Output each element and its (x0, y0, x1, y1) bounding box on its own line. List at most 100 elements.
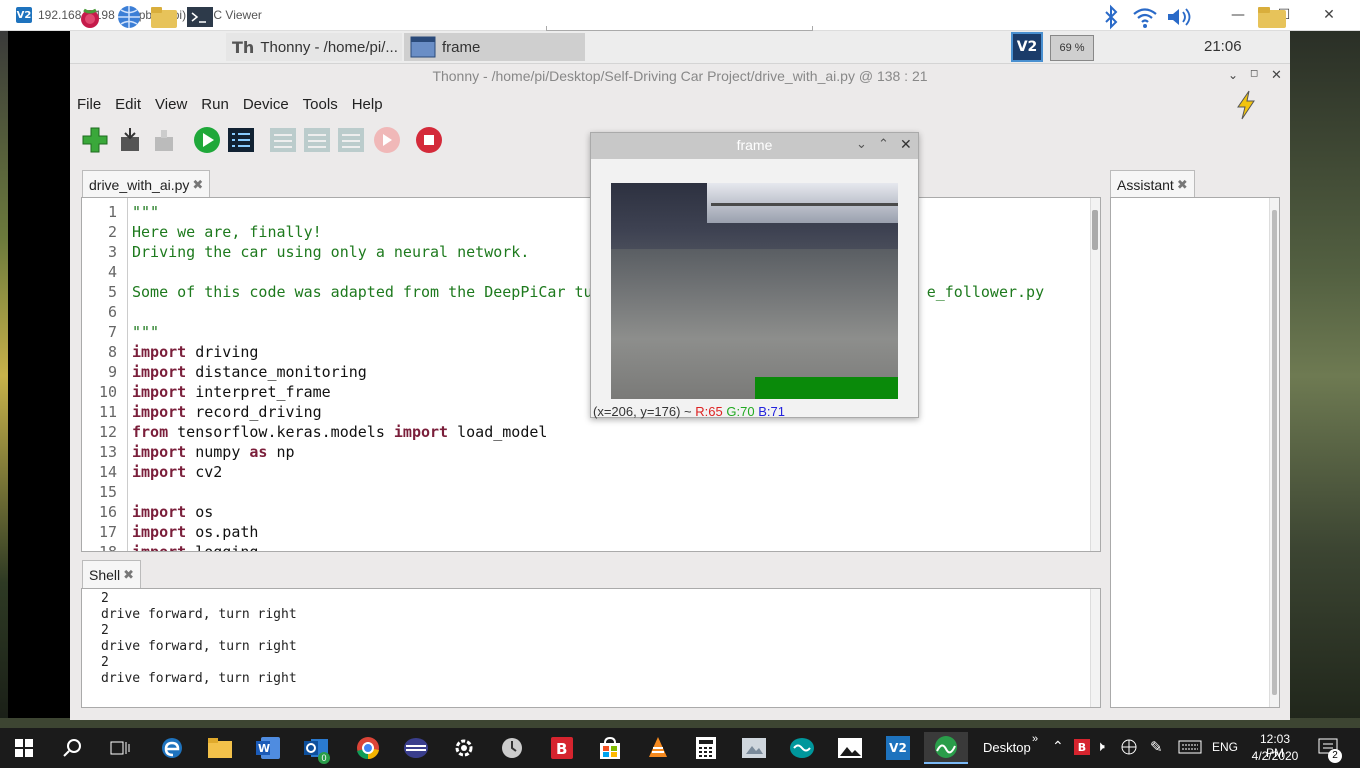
line-number: 8 (107, 343, 117, 361)
frame-close-icon[interactable]: ✕ (900, 136, 912, 153)
line-number: 12 (98, 423, 117, 441)
close-tab-icon[interactable]: ✖ (192, 177, 203, 193)
code-line: from tensorflow.keras.models import load… (132, 423, 548, 441)
language-indicator[interactable]: ENG (1212, 740, 1238, 754)
thonny-maximize-button[interactable]: ◻ (1250, 68, 1258, 79)
tray-b-icon[interactable]: B (1074, 739, 1090, 755)
shell-line: 2 (101, 623, 109, 638)
task-thonny[interactable]: Th Thonny - /home/pi/... (226, 33, 402, 61)
resume-button[interactable] (372, 124, 402, 156)
wifi-icon[interactable] (1131, 3, 1159, 31)
editor-scrollbar[interactable] (1090, 198, 1100, 551)
file-manager-icon[interactable] (150, 3, 178, 31)
arduino-icon[interactable] (786, 732, 818, 764)
shell-scrollbar[interactable] (1090, 589, 1100, 707)
code-line: import interpret_frame (132, 383, 331, 401)
start-icon[interactable] (8, 732, 40, 764)
app-globe-icon[interactable] (400, 732, 432, 764)
close-shell-icon[interactable]: ✖ (123, 567, 134, 583)
edge-icon[interactable] (156, 732, 188, 764)
task-frame[interactable]: frame (404, 33, 585, 61)
minimize-button[interactable]: — (1215, 2, 1261, 28)
window-frame (711, 203, 898, 206)
line-number: 17 (98, 523, 117, 541)
vnc-viewer-taskbar-icon[interactable]: V2 (882, 732, 914, 764)
raspberry-menu-icon[interactable] (76, 3, 104, 31)
tab-shell[interactable]: Shell ✖ (82, 560, 142, 588)
tab-drive-with-ai[interactable]: drive_with_ai.py ✖ (82, 170, 211, 198)
vnc-server-icon[interactable]: V2 (1011, 32, 1043, 62)
debug-button[interactable] (226, 124, 256, 156)
chrome-icon[interactable] (352, 732, 384, 764)
tray-keyboard-icon[interactable] (1178, 739, 1202, 760)
assistant-scroll-thumb[interactable] (1272, 210, 1277, 695)
menu-run[interactable]: Run (194, 92, 236, 116)
menu-device[interactable]: Device (236, 92, 296, 116)
svg-text:B: B (556, 740, 567, 758)
save-button[interactable] (149, 124, 179, 156)
word-icon[interactable]: W (252, 732, 284, 764)
photos-icon[interactable] (834, 732, 866, 764)
frame-minimize-icon[interactable]: ⌄ (856, 136, 867, 152)
browser-icon[interactable] (115, 3, 143, 31)
task-frame-label: frame (442, 38, 481, 56)
new-file-button[interactable] (80, 124, 110, 156)
pixel-g: G:70 (726, 404, 755, 419)
search-icon[interactable] (56, 732, 88, 764)
step-out-button[interactable] (336, 124, 366, 156)
menu-edit[interactable]: Edit (108, 92, 148, 116)
bluetooth-icon[interactable] (1097, 3, 1125, 31)
close-assistant-icon[interactable]: ✖ (1177, 177, 1188, 193)
menu-file[interactable]: File (70, 92, 108, 116)
snipping-icon[interactable] (738, 732, 770, 764)
taskbar-date[interactable]: 4/2/2020 (1250, 749, 1300, 763)
volume-icon[interactable] (1165, 3, 1193, 31)
store-icon[interactable] (594, 732, 626, 764)
editor-tab-label: drive_with_ai.py (89, 176, 190, 193)
close-button[interactable]: ✕ (1306, 2, 1352, 28)
window-icon (410, 36, 436, 58)
menu-help[interactable]: Help (345, 92, 390, 116)
tray-network-icon[interactable] (1120, 738, 1138, 761)
show-hidden-icons[interactable]: ⌃ (1052, 738, 1064, 755)
outlook-icon[interactable]: 0 (300, 732, 332, 764)
menu-view[interactable]: View (148, 92, 194, 116)
run-button[interactable] (192, 124, 222, 156)
frame-window[interactable]: frame ⌄ ⌃ ✕ (x=206, y=176) ~ R:65 G:70 B… (590, 132, 919, 419)
tray-pen-icon[interactable]: ✎ (1150, 738, 1163, 756)
desktop-toolbar-label[interactable]: Desktop (983, 740, 1031, 755)
active-app-icon[interactable] (924, 732, 968, 764)
tab-assistant[interactable]: Assistant ✖ (1110, 170, 1195, 198)
line-number: 16 (98, 503, 117, 521)
vlc-icon[interactable] (642, 732, 674, 764)
line-number: 9 (107, 363, 117, 381)
tray-volume-icon[interactable]: 🕨 (1096, 738, 1105, 755)
frame-maximize-icon[interactable]: ⌃ (878, 136, 889, 152)
assistant-scrollbar[interactable] (1269, 198, 1279, 707)
folder-icon[interactable] (1256, 3, 1288, 31)
code-line: import numpy as np (132, 443, 295, 461)
frame-titlebar[interactable]: frame ⌄ ⌃ ✕ (591, 133, 918, 159)
terminal-icon[interactable] (186, 3, 214, 31)
b-app-icon[interactable]: B (546, 732, 578, 764)
settings-icon[interactable] (448, 732, 480, 764)
code-line: import driving (132, 343, 259, 361)
open-file-button[interactable] (115, 124, 145, 156)
thonny-close-button[interactable]: ✕ (1271, 67, 1282, 83)
step-over-button[interactable] (268, 124, 298, 156)
file-explorer-icon[interactable] (204, 732, 236, 764)
pixel-status: (x=206, y=176) ~ R:65 G:70 B:71 (593, 404, 785, 419)
stop-button[interactable] (414, 124, 444, 156)
menu-tools[interactable]: Tools (296, 92, 345, 116)
shell-panel[interactable]: 2 drive forward, turn right 2 drive forw… (81, 588, 1101, 708)
assistant-panel[interactable] (1110, 197, 1280, 708)
clock-app-icon[interactable] (496, 732, 528, 764)
lightning-icon[interactable] (1235, 90, 1257, 125)
thonny-minimize-button[interactable]: ⌄ (1228, 68, 1238, 82)
task-view-icon[interactable] (104, 732, 136, 764)
calculator-icon[interactable] (690, 732, 722, 764)
step-into-button[interactable] (302, 124, 332, 156)
editor-scroll-thumb[interactable] (1092, 210, 1098, 250)
desktop-expand-icon[interactable]: » (1032, 733, 1038, 745)
pi-clock[interactable]: 21:06 (1204, 38, 1242, 55)
